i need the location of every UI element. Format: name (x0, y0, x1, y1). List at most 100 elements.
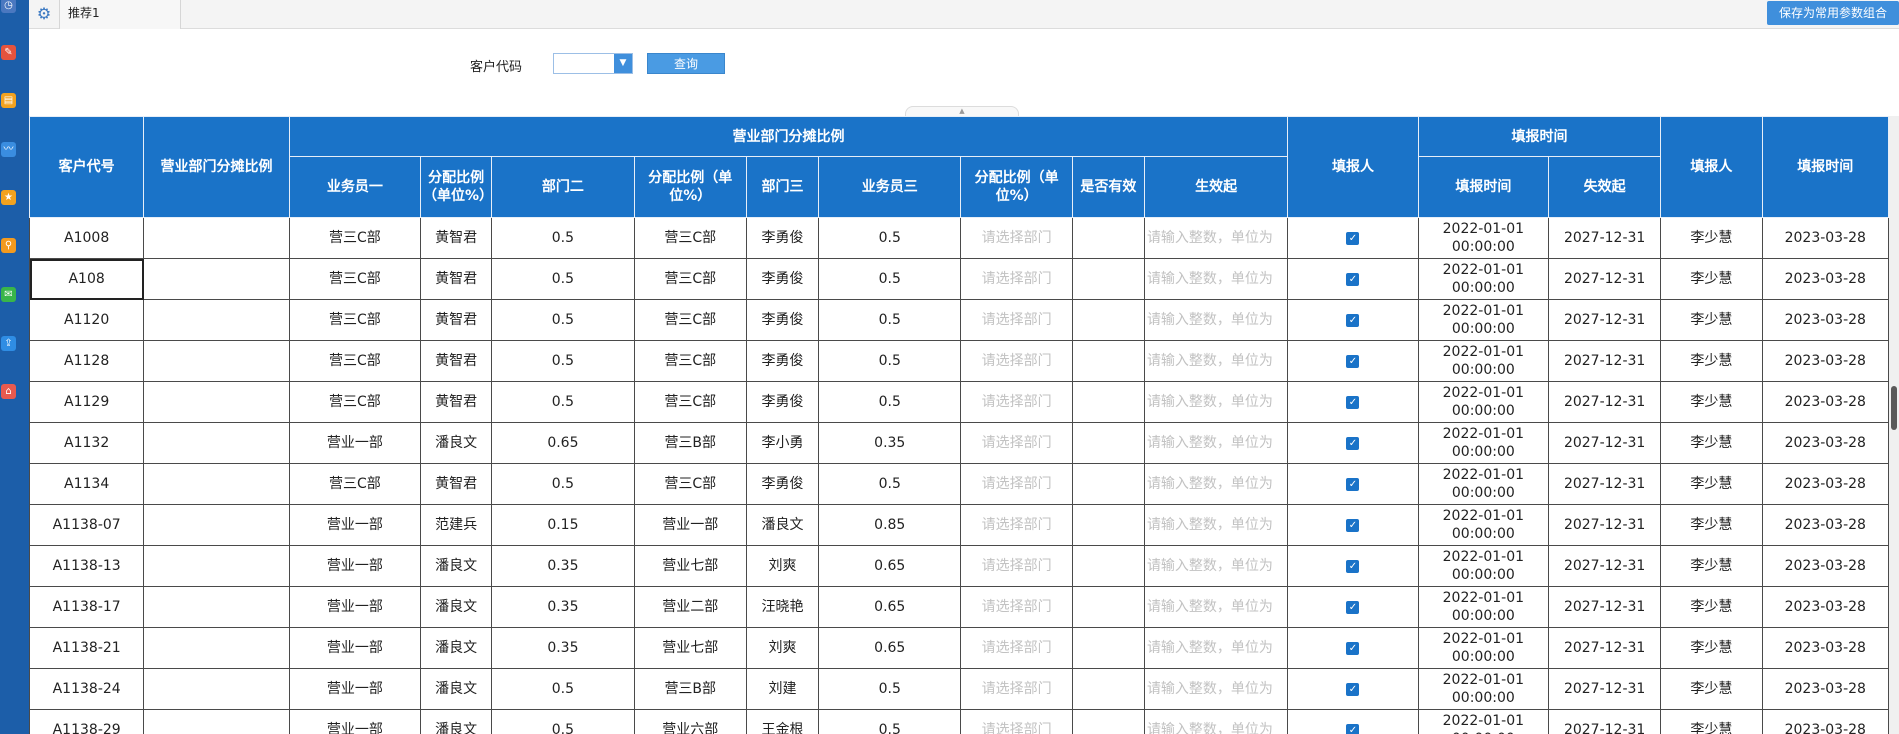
salesperson-3-cell[interactable]: 0.5 (818, 340, 962, 382)
ratio-1-cell[interactable]: 黄智君 (420, 340, 493, 382)
ratio-1-cell[interactable]: 潘良文 (420, 545, 493, 587)
is-valid-cell[interactable] (1071, 217, 1145, 259)
salesperson-3-cell[interactable]: 0.5 (818, 463, 962, 505)
fill-time-2-cell[interactable]: 2023-03-28 (1761, 668, 1889, 710)
header-customer-code[interactable]: 客户代号 (29, 116, 145, 218)
effective-from-cell[interactable]: 请输入整数，单位为 (1143, 627, 1289, 669)
customer-code-cell[interactable]: A1138-07 (29, 504, 145, 546)
fill-time-cell[interactable]: 2022-01-01 00:00:00 (1417, 299, 1550, 341)
customer-code-cell[interactable]: A1134 (29, 463, 145, 505)
checkbox-checked-icon[interactable]: ✓ (1346, 395, 1360, 409)
ratio-3-cell[interactable]: 请选择部门 (960, 381, 1073, 423)
dept-2-cell[interactable]: 0.5 (491, 258, 635, 300)
header-filler[interactable]: 填报人 (1287, 116, 1419, 218)
query-button[interactable]: 查询 (647, 53, 725, 74)
filler-checkbox-cell[interactable]: ✓ (1287, 299, 1419, 341)
dept-2-cell[interactable]: 0.5 (491, 381, 635, 423)
header-dept-3[interactable]: 部门三 (745, 156, 820, 218)
tab-recommend-1[interactable]: 推荐1 (59, 0, 181, 29)
effective-from-cell[interactable]: 请输入整数，单位为 (1143, 545, 1289, 587)
salesperson-3-cell[interactable]: 0.35 (818, 422, 962, 464)
header-dept-2[interactable]: 部门二 (491, 156, 635, 218)
dept-allocation-cell[interactable] (143, 709, 290, 734)
checkbox-checked-icon[interactable]: ✓ (1346, 559, 1360, 573)
chevron-down-icon[interactable]: ▼ (614, 54, 632, 73)
filler-2-cell[interactable]: 李少慧 (1660, 586, 1763, 628)
fill-time-cell[interactable]: 2022-01-01 00:00:00 (1417, 668, 1550, 710)
table-row[interactable]: A1138-17 营业一部 潘良文 0.35 营业二部 汪晓艳 0.65 请选择部门 请输入整数… (29, 586, 1889, 628)
ratio-1-cell[interactable]: 黄智君 (420, 258, 493, 300)
scrollbar-thumb[interactable] (1891, 386, 1897, 430)
salesperson-3-cell[interactable]: 0.5 (818, 217, 962, 259)
checkbox-checked-icon[interactable]: ✓ (1346, 231, 1360, 245)
filler-checkbox-cell[interactable]: ✓ (1287, 504, 1419, 546)
filler-2-cell[interactable]: 李少慧 (1660, 504, 1763, 546)
table-row[interactable]: A1134 营三C部 黄智君 0.5 营三C部 李勇俊 0.5 请选择部门 请输入整数，单位为 ✓… (29, 463, 1889, 505)
table-row[interactable]: A1138-24 营业一部 潘良文 0.5 营三B部 刘建 0.5 请选择部门 请输入整数，单位… (29, 668, 1889, 710)
dept-2-cell[interactable]: 0.5 (491, 463, 635, 505)
header-fill-time[interactable]: 填报时间 (1417, 156, 1550, 218)
table-row[interactable]: A1008 营三C部 黄智君 0.5 营三C部 李勇俊 0.5 请选择部门 请输入整数，单位为 ✓… (29, 217, 1889, 259)
fill-time-2-cell[interactable]: 2023-03-28 (1761, 340, 1889, 382)
filler-2-cell[interactable]: 李少慧 (1660, 422, 1763, 464)
ratio-3-cell[interactable]: 请选择部门 (960, 545, 1073, 587)
customer-code-cell[interactable]: A1138-17 (29, 586, 145, 628)
filler-2-cell[interactable]: 李少慧 (1660, 217, 1763, 259)
dept-2-cell[interactable]: 0.5 (491, 217, 635, 259)
fill-time-2-cell[interactable]: 2023-03-28 (1761, 217, 1889, 259)
checkbox-checked-icon[interactable]: ✓ (1346, 518, 1360, 532)
fill-time-cell[interactable]: 2022-01-01 00:00:00 (1417, 340, 1550, 382)
is-valid-cell[interactable] (1071, 463, 1145, 505)
salesperson-1-cell[interactable]: 营业一部 (288, 545, 422, 587)
header-dept-allocation[interactable]: 营业部门分摊比例 (143, 116, 290, 218)
dept-allocation-cell[interactable] (143, 340, 290, 382)
effective-from-cell[interactable]: 请输入整数，单位为 (1143, 586, 1289, 628)
dept-3-cell[interactable]: 李小勇 (745, 422, 820, 464)
dept-3-cell[interactable]: 李勇俊 (745, 299, 820, 341)
pdf-icon[interactable]: ✎ (1, 45, 16, 60)
expire-from-cell[interactable]: 2027-12-31 (1547, 504, 1662, 546)
checkbox-checked-icon[interactable]: ✓ (1346, 682, 1360, 696)
fill-time-2-cell[interactable]: 2023-03-28 (1761, 422, 1889, 464)
header-salesperson-1[interactable]: 业务员一 (288, 156, 422, 218)
dept-3-cell[interactable]: 刘建 (745, 668, 820, 710)
fill-time-2-cell[interactable]: 2023-03-28 (1761, 709, 1889, 734)
checkbox-checked-icon[interactable]: ✓ (1346, 600, 1360, 614)
dept-allocation-cell[interactable] (143, 627, 290, 669)
dept-3-cell[interactable]: 刘爽 (745, 627, 820, 669)
vertical-scrollbar[interactable] (1889, 116, 1899, 734)
checkbox-checked-icon[interactable]: ✓ (1346, 272, 1360, 286)
is-valid-cell[interactable] (1071, 668, 1145, 710)
ratio-3-cell[interactable]: 请选择部门 (960, 340, 1073, 382)
salesperson-3-cell[interactable]: 0.5 (818, 709, 962, 734)
header-ratio-3[interactable]: 分配比例（单位%） (960, 156, 1073, 218)
ratio-2-cell[interactable]: 营三C部 (633, 217, 747, 259)
table-row[interactable]: A1138-29 营业一部 潘良文 0.5 营业六部 王金根 0.5 请选择部门 请输入整数，单… (29, 709, 1889, 734)
fill-time-cell[interactable]: 2022-01-01 00:00:00 (1417, 545, 1550, 587)
expire-from-cell[interactable]: 2027-12-31 (1547, 258, 1662, 300)
expire-from-cell[interactable]: 2027-12-31 (1547, 586, 1662, 628)
dept-3-cell[interactable]: 王金根 (745, 709, 820, 734)
customer-code-cell[interactable]: A1120 (29, 299, 145, 341)
is-valid-cell[interactable] (1071, 258, 1145, 300)
salesperson-1-cell[interactable]: 营业一部 (288, 586, 422, 628)
ratio-2-cell[interactable]: 营三B部 (633, 668, 747, 710)
table-row[interactable]: A1120 营三C部 黄智君 0.5 营三C部 李勇俊 0.5 请选择部门 请输入整数，单位为 ✓… (29, 299, 1889, 341)
ratio-3-cell[interactable]: 请选择部门 (960, 709, 1073, 734)
filler-checkbox-cell[interactable]: ✓ (1287, 422, 1419, 464)
effective-from-cell[interactable]: 请输入整数，单位为 (1143, 217, 1289, 259)
expire-from-cell[interactable]: 2027-12-31 (1547, 668, 1662, 710)
filler-checkbox-cell[interactable]: ✓ (1287, 709, 1419, 734)
dept-2-cell[interactable]: 0.5 (491, 299, 635, 341)
customer-code-select[interactable]: ▼ (553, 53, 633, 74)
fill-time-cell[interactable]: 2022-01-01 00:00:00 (1417, 422, 1550, 464)
effective-from-cell[interactable]: 请输入整数，单位为 (1143, 709, 1289, 734)
ratio-3-cell[interactable]: 请选择部门 (960, 586, 1073, 628)
filler-checkbox-cell[interactable]: ✓ (1287, 381, 1419, 423)
ratio-3-cell[interactable]: 请选择部门 (960, 627, 1073, 669)
ratio-2-cell[interactable]: 营三C部 (633, 463, 747, 505)
header-fill-time-2[interactable]: 填报时间 (1761, 116, 1889, 218)
filler-2-cell[interactable]: 李少慧 (1660, 463, 1763, 505)
salesperson-1-cell[interactable]: 营业一部 (288, 627, 422, 669)
dept-2-cell[interactable]: 0.35 (491, 586, 635, 628)
